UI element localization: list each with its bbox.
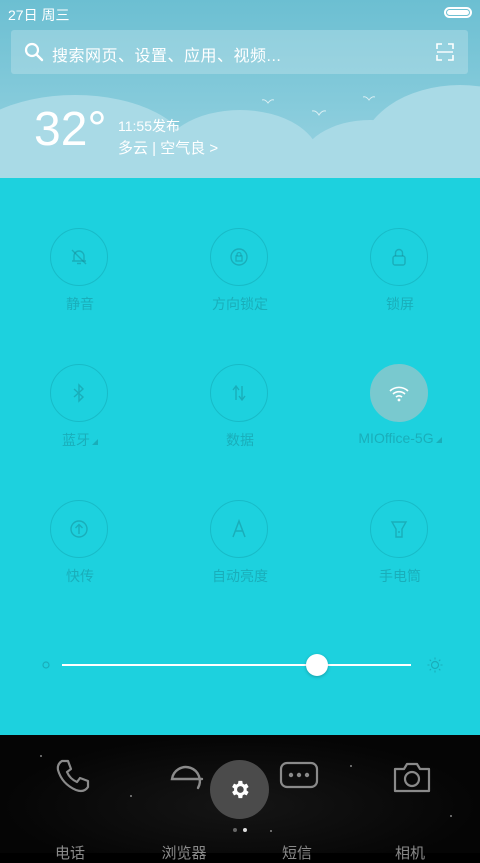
toggle-wifi[interactable]: MIOffice-5G: [320, 364, 480, 474]
toggle-rotation-lock[interactable]: 方向锁定: [160, 228, 320, 338]
wifi-icon: [389, 386, 409, 402]
flashlight-icon: [390, 521, 408, 538]
toggle-quick-transfer-button[interactable]: [50, 500, 108, 558]
browser-icon: [170, 765, 204, 790]
toggle-rotation-lock-button[interactable]: [210, 228, 268, 286]
mobile-data-icon: [232, 384, 246, 402]
bell-icon: [71, 249, 87, 265]
toggle-flashlight[interactable]: 手电筒: [320, 500, 480, 610]
camera-icon: [393, 762, 431, 793]
toggle-label: 手电筒: [379, 568, 421, 584]
brightness-thumb[interactable]: [305, 654, 328, 676]
transfer-icon: [70, 520, 88, 538]
search-icon: [24, 42, 44, 62]
search-bar[interactable]: 搜索网页、设置、应用、视频...: [11, 30, 468, 74]
bluetooth-icon: [73, 383, 85, 403]
temperature[interactable]: 32°: [34, 106, 107, 154]
toggle-label: MIOffice-5G: [320, 430, 480, 446]
brightness-low-icon: [42, 661, 50, 669]
gear-icon: [232, 780, 249, 799]
scan-icon[interactable]: [436, 43, 454, 61]
messages-icon: [279, 761, 319, 789]
toggle-mobile-data-button[interactable]: [210, 364, 268, 422]
toggle-quick-transfer[interactable]: 快传: [0, 500, 160, 610]
toggle-label: 锁屏: [386, 296, 414, 312]
search-placeholder: 搜索网页、设置、应用、视频...: [52, 48, 282, 65]
toggle-auto-brightness-button[interactable]: [210, 500, 268, 558]
toggle-lock-screen[interactable]: 锁屏: [320, 228, 480, 338]
dock-app-camera[interactable]: 相机: [355, 755, 465, 862]
toggle-lock-screen-button[interactable]: [370, 228, 428, 286]
expand-triangle-icon: [435, 437, 442, 443]
toggle-label: 数据: [226, 432, 254, 448]
status-date: 27日 周三: [8, 7, 70, 23]
toggle-bluetooth-button[interactable]: [50, 364, 108, 422]
settings-button[interactable]: [210, 760, 269, 819]
expand-triangle-icon: [92, 439, 98, 445]
brightness-slider[interactable]: [38, 651, 443, 681]
toggle-label: 方向锁定: [212, 296, 268, 312]
brightness-track[interactable]: [62, 664, 411, 666]
toggle-auto-brightness[interactable]: 自动亮度: [160, 500, 320, 610]
toggle-mobile-data[interactable]: 数据: [160, 364, 320, 474]
toggle-label: 自动亮度: [212, 568, 268, 584]
weather-condition-link[interactable]: 多云 | 空气良 >: [118, 137, 218, 158]
toggle-label: 静音: [66, 296, 94, 312]
toggle-label: 蓝牙: [0, 430, 160, 450]
toggle-mute[interactable]: 静音: [0, 228, 160, 338]
dock-app-phone[interactable]: 电话: [15, 755, 125, 862]
toggle-bluetooth[interactable]: 蓝牙: [0, 364, 160, 474]
toggle-label: 快传: [66, 568, 94, 584]
page-indicator-dot: [233, 828, 237, 832]
toggle-wifi-button[interactable]: [370, 364, 428, 422]
toggle-mute-button[interactable]: [50, 228, 108, 286]
toggle-flashlight-button[interactable]: [370, 500, 428, 558]
weather-release-time: 11:55发布: [118, 118, 180, 134]
bird-icon: [312, 110, 326, 116]
status-bar: 27日 周三: [0, 0, 480, 28]
battery-icon: [444, 7, 472, 18]
bird-icon: [262, 99, 274, 104]
phone-icon: [56, 759, 90, 793]
brightness-high-icon: [427, 657, 443, 673]
quick-settings-panel: 静音 方向锁定 锁屏 蓝牙 数据 MIOffice-5G 快传 自动亮度 手电筒: [0, 178, 480, 735]
page-indicator-dot-active: [243, 828, 247, 832]
auto-brightness-icon: [232, 518, 246, 538]
rotation-lock-icon: [230, 248, 248, 266]
lock-icon: [392, 248, 406, 266]
weather-header: 27日 周三 搜索网页、设置、应用、视频... 32° 11:55发布 多云 |…: [0, 0, 480, 178]
bird-icon: [363, 96, 375, 101]
